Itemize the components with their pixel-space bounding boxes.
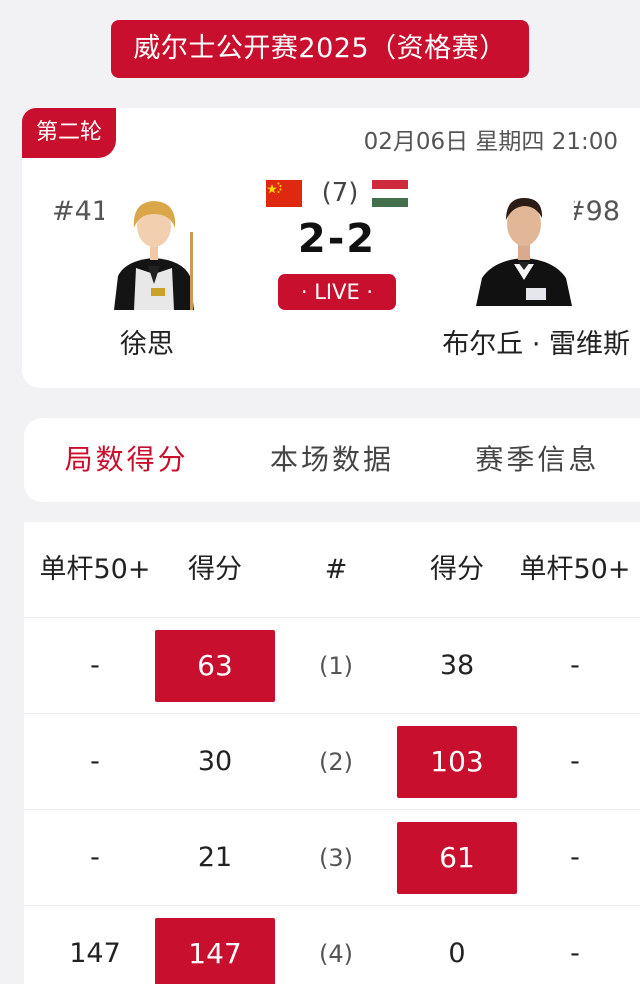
- left-score-cell-winner: 147: [155, 918, 275, 984]
- frame-number-cell: (1): [319, 652, 353, 680]
- left-break-cell: 147: [69, 938, 121, 969]
- table-row[interactable]: - 63 (1) 38 -: [24, 618, 640, 714]
- player-left-avatar[interactable]: [104, 192, 204, 310]
- china-flag-icon: [266, 180, 302, 207]
- frame-number-cell: (4): [319, 940, 353, 968]
- match-card[interactable]: 第二轮 02月06日 星期四 21:00 #41 #98 徐思 布尔丘 · 雷维…: [22, 108, 640, 388]
- match-datetime: 02月06日 星期四 21:00: [363, 129, 618, 155]
- hungary-flag-icon: [372, 180, 408, 207]
- right-break-cell: -: [570, 938, 580, 969]
- tab-frame-scores[interactable]: 局数得分: [24, 418, 229, 502]
- left-score-cell: 21: [197, 842, 233, 873]
- right-score-cell-winner: 103: [397, 726, 517, 798]
- table-row[interactable]: - 21 (3) 61 -: [24, 810, 640, 906]
- right-break-cell: -: [570, 842, 580, 873]
- player-left-name[interactable]: 徐思: [120, 322, 174, 361]
- tab-bar: 局数得分 本场数据 赛季信息: [24, 418, 640, 502]
- frame-scores-table: 单杆50+ 得分 # 得分 单杆50+ - 63 (1) 38 - - 30 (…: [24, 522, 640, 984]
- header-right-break: 单杆50+: [519, 554, 631, 585]
- right-break-cell: -: [570, 650, 580, 681]
- left-break-cell: -: [90, 746, 100, 777]
- round-badge: 第二轮: [22, 108, 117, 158]
- right-score-cell: 38: [439, 650, 475, 681]
- frame-number-cell: (2): [319, 748, 353, 776]
- table-row[interactable]: 147 147 (4) 0 -: [24, 906, 640, 984]
- header-left-score: 得分: [188, 554, 242, 585]
- player-left-seed: #41: [52, 196, 109, 227]
- header-frame-number: #: [324, 554, 348, 585]
- match-score: 2-2: [297, 216, 377, 262]
- best-of-frames: (7): [321, 178, 359, 208]
- tab-season-info[interactable]: 赛季信息: [435, 418, 640, 502]
- frame-number-cell: (3): [319, 844, 353, 872]
- left-break-cell: -: [90, 650, 100, 681]
- table-header-row: 单杆50+ 得分 # 得分 单杆50+: [24, 522, 640, 618]
- right-score-cell-winner: 61: [397, 822, 517, 894]
- right-score-cell: 0: [448, 938, 466, 969]
- tab-match-stats[interactable]: 本场数据: [229, 418, 434, 502]
- live-badge: · LIVE ·: [278, 274, 396, 310]
- header-right-score: 得分: [430, 554, 484, 585]
- event-title: 威尔士公开赛2025（资格赛）: [111, 20, 529, 78]
- table-row[interactable]: - 30 (2) 103 -: [24, 714, 640, 810]
- event-title-bar: 威尔士公开赛2025（资格赛）: [0, 20, 640, 78]
- player-right-avatar[interactable]: [474, 188, 574, 306]
- left-score-cell-winner: 63: [155, 630, 275, 702]
- right-break-cell: -: [570, 746, 580, 777]
- player-right-name[interactable]: 布尔丘 · 雷维斯: [442, 322, 630, 361]
- left-break-cell: -: [90, 842, 100, 873]
- left-score-cell: 30: [197, 746, 233, 777]
- header-left-break: 单杆50+: [39, 554, 151, 585]
